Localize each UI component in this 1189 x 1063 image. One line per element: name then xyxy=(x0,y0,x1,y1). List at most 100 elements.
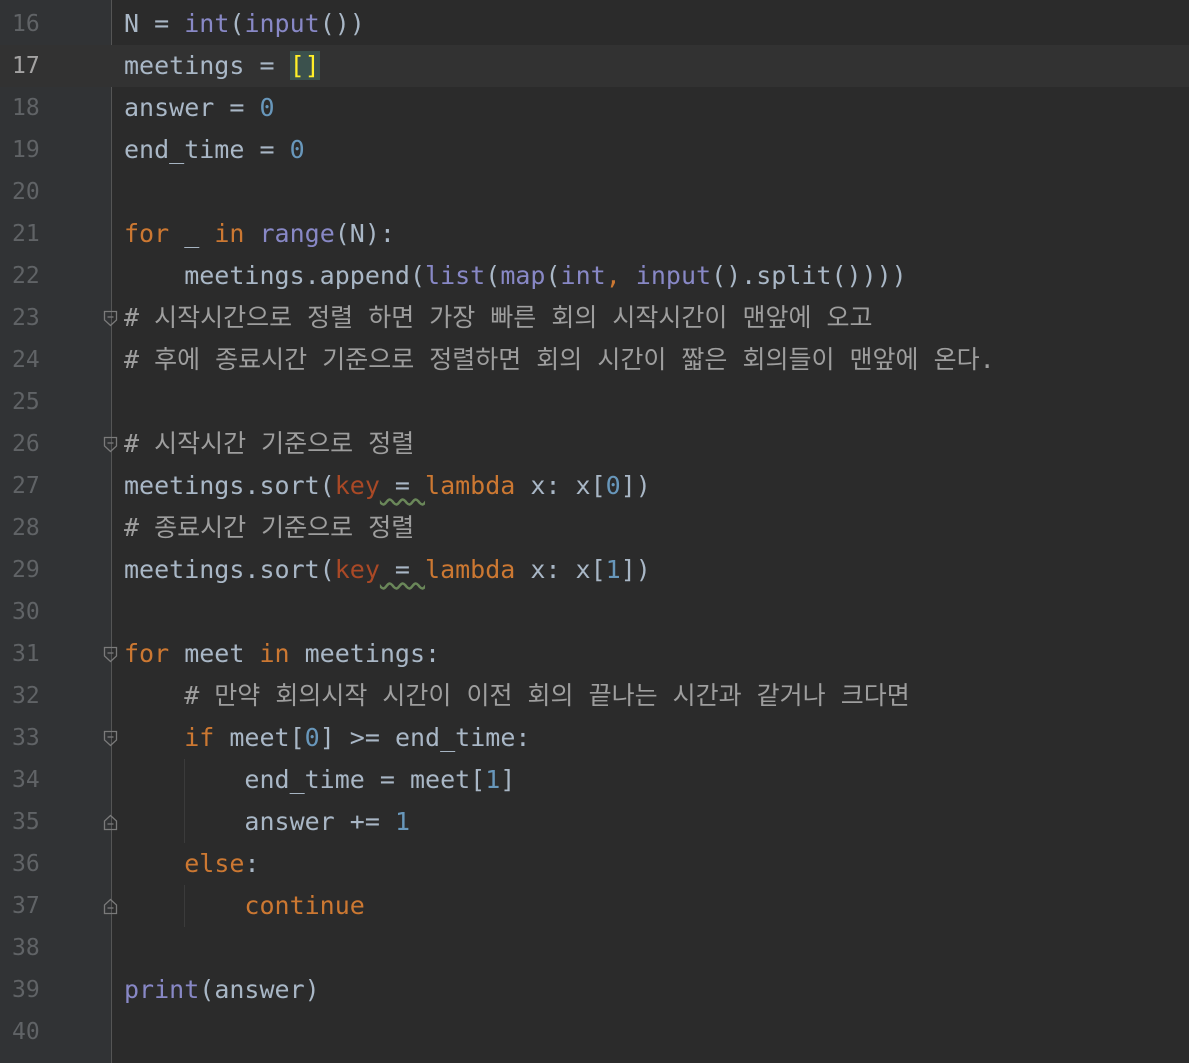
code-line-29[interactable]: 29 meetings.sort(key = lambda x: x[1]) xyxy=(0,549,1189,591)
code-line-36[interactable]: 36 else: xyxy=(0,843,1189,885)
code-token: lambda xyxy=(425,471,516,500)
fold-collapse-icon[interactable] xyxy=(103,436,118,453)
code-token: list xyxy=(425,261,486,290)
code-text[interactable]: end_time = meet[1] xyxy=(124,759,515,801)
code-text[interactable]: answer += 1 xyxy=(124,801,410,843)
code-line-23[interactable]: 23 # 시작시간으로 정렬 하면 가장 빠른 회의 시작시간이 맨앞에 오고 xyxy=(0,297,1189,339)
code-token: map xyxy=(500,261,546,290)
code-line-32[interactable]: 32 # 만약 회의시작 시간이 이전 회의 끝나는 시간과 같거나 크다면 xyxy=(0,675,1189,717)
code-line-16[interactable]: 16 N = int(input()) xyxy=(0,3,1189,45)
code-line-18[interactable]: 18 answer = 0 xyxy=(0,87,1189,129)
code-text[interactable]: meetings = [] xyxy=(124,45,320,87)
code-token: x: x[ xyxy=(515,555,606,584)
code-editor[interactable]: 16 N = int(input()) 17 meetings = [] 18 answe… xyxy=(0,0,1189,1063)
code-line-40[interactable]: 40 xyxy=(0,1011,1189,1053)
code-text[interactable]: if meet[0] >= end_time: xyxy=(124,717,530,759)
code-token: range xyxy=(259,219,335,248)
code-token: print xyxy=(124,975,200,1004)
code-line-33[interactable]: 33 if meet[0] >= end_time: xyxy=(0,717,1189,759)
code-token: int xyxy=(560,261,606,290)
line-number: 23 xyxy=(12,305,40,331)
fold-collapse-icon[interactable] xyxy=(103,646,118,663)
line-number: 27 xyxy=(12,473,40,499)
code-text[interactable]: else: xyxy=(124,843,259,885)
code-token: meet xyxy=(169,639,260,668)
code-token: 1 xyxy=(605,555,621,584)
code-text[interactable]: for _ in range(N): xyxy=(124,213,395,255)
line-number: 19 xyxy=(12,137,40,163)
code-token: # 만약 회의시작 시간이 이전 회의 끝나는 시간과 같거나 크다면 xyxy=(124,681,910,710)
code-token: (N): xyxy=(334,219,395,248)
code-token: # 시작시간으로 정렬 하면 가장 빠른 회의 시작시간이 맨앞에 오고 xyxy=(124,303,873,332)
code-line-24[interactable]: 24 # 후에 종료시간 기준으로 정렬하면 회의 시간이 짧은 회의들이 맨앞에… xyxy=(0,339,1189,381)
code-token: ] xyxy=(500,765,516,794)
code-token: lambda xyxy=(425,555,516,584)
code-line-25[interactable]: 25 xyxy=(0,381,1189,423)
fold-end-icon[interactable] xyxy=(103,898,118,915)
line-number: 16 xyxy=(12,11,40,37)
fold-end-icon[interactable] xyxy=(103,814,118,831)
code-text[interactable]: # 시작시간으로 정렬 하면 가장 빠른 회의 시작시간이 맨앞에 오고 xyxy=(124,297,873,339)
code-token: 0 xyxy=(605,471,621,500)
code-token: int xyxy=(184,9,230,38)
code-token: end_time = xyxy=(124,135,290,164)
indent-guide xyxy=(184,885,185,927)
code-token: key xyxy=(334,471,380,500)
code-text[interactable]: # 종료시간 기준으로 정렬 xyxy=(124,507,414,549)
code-token: = xyxy=(379,471,426,500)
code-token: # 종료시간 기준으로 정렬 xyxy=(124,513,415,542)
code-text[interactable]: # 시작시간 기준으로 정렬 xyxy=(124,423,414,465)
code-line-27[interactable]: 27 meetings.sort(key = lambda x: x[0]) xyxy=(0,465,1189,507)
line-number: 21 xyxy=(12,221,40,247)
code-text[interactable]: meetings.append(list(map(int, input().sp… xyxy=(124,255,907,297)
code-line-31[interactable]: 31 for meet in meetings: xyxy=(0,633,1189,675)
code-text[interactable]: meetings.sort(key = lambda x: x[1]) xyxy=(124,549,651,591)
code-token: continue xyxy=(244,891,365,920)
code-line-22[interactable]: 22 meetings.append(list(map(int, input()… xyxy=(0,255,1189,297)
code-text[interactable]: end_time = 0 xyxy=(124,129,305,171)
code-line-20[interactable]: 20 xyxy=(0,171,1189,213)
code-line-28[interactable]: 28 # 종료시간 기준으로 정렬 xyxy=(0,507,1189,549)
code-token: ( xyxy=(229,9,245,38)
fold-collapse-icon[interactable] xyxy=(103,310,118,327)
line-number: 35 xyxy=(12,809,40,835)
code-text[interactable]: answer = 0 xyxy=(124,87,275,129)
code-token: for xyxy=(124,639,170,668)
code-line-17[interactable]: 17 meetings = [] xyxy=(0,45,1189,87)
fold-collapse-icon[interactable] xyxy=(103,730,118,747)
code-token: answer += xyxy=(124,807,395,836)
code-token: (answer) xyxy=(199,975,320,1004)
code-line-35[interactable]: 35 answer += 1 xyxy=(0,801,1189,843)
code-text[interactable]: meetings.sort(key = lambda x: x[0]) xyxy=(124,465,651,507)
line-number: 33 xyxy=(12,725,40,751)
code-token: x: x[ xyxy=(515,471,606,500)
code-token: in xyxy=(259,639,290,668)
code-text[interactable]: # 후에 종료시간 기준으로 정렬하면 회의 시간이 짧은 회의들이 맨앞에 온… xyxy=(124,339,995,381)
code-token: 0 xyxy=(259,93,275,122)
code-token: _ xyxy=(169,219,215,248)
code-token: N = xyxy=(124,9,185,38)
code-line-30[interactable]: 30 xyxy=(0,591,1189,633)
code-line-37[interactable]: 37 continue xyxy=(0,885,1189,927)
line-number: 39 xyxy=(12,977,40,1003)
code-token: meetings.sort( xyxy=(124,555,335,584)
code-text[interactable]: print(answer) xyxy=(124,969,320,1011)
code-line-39[interactable]: 39 print(answer) xyxy=(0,969,1189,1011)
code-token: meetings.sort( xyxy=(124,471,335,500)
line-number: 36 xyxy=(12,851,40,877)
code-line-38[interactable]: 38 xyxy=(0,927,1189,969)
code-text[interactable]: for meet in meetings: xyxy=(124,633,440,675)
code-line-21[interactable]: 21 for _ in range(N): xyxy=(0,213,1189,255)
code-token: meetings = xyxy=(124,51,290,80)
code-text[interactable]: # 만약 회의시작 시간이 이전 회의 끝나는 시간과 같거나 크다면 xyxy=(124,675,910,717)
code-text[interactable]: continue xyxy=(124,885,365,927)
code-line-26[interactable]: 26 # 시작시간 기준으로 정렬 xyxy=(0,423,1189,465)
code-line-19[interactable]: 19 end_time = 0 xyxy=(0,129,1189,171)
code-line-34[interactable]: 34 end_time = meet[1] xyxy=(0,759,1189,801)
code-text[interactable]: N = int(input()) xyxy=(124,3,365,45)
code-token: ] >= end_time: xyxy=(319,723,531,752)
code-token: 1 xyxy=(394,807,410,836)
code-token: 1 xyxy=(485,765,501,794)
